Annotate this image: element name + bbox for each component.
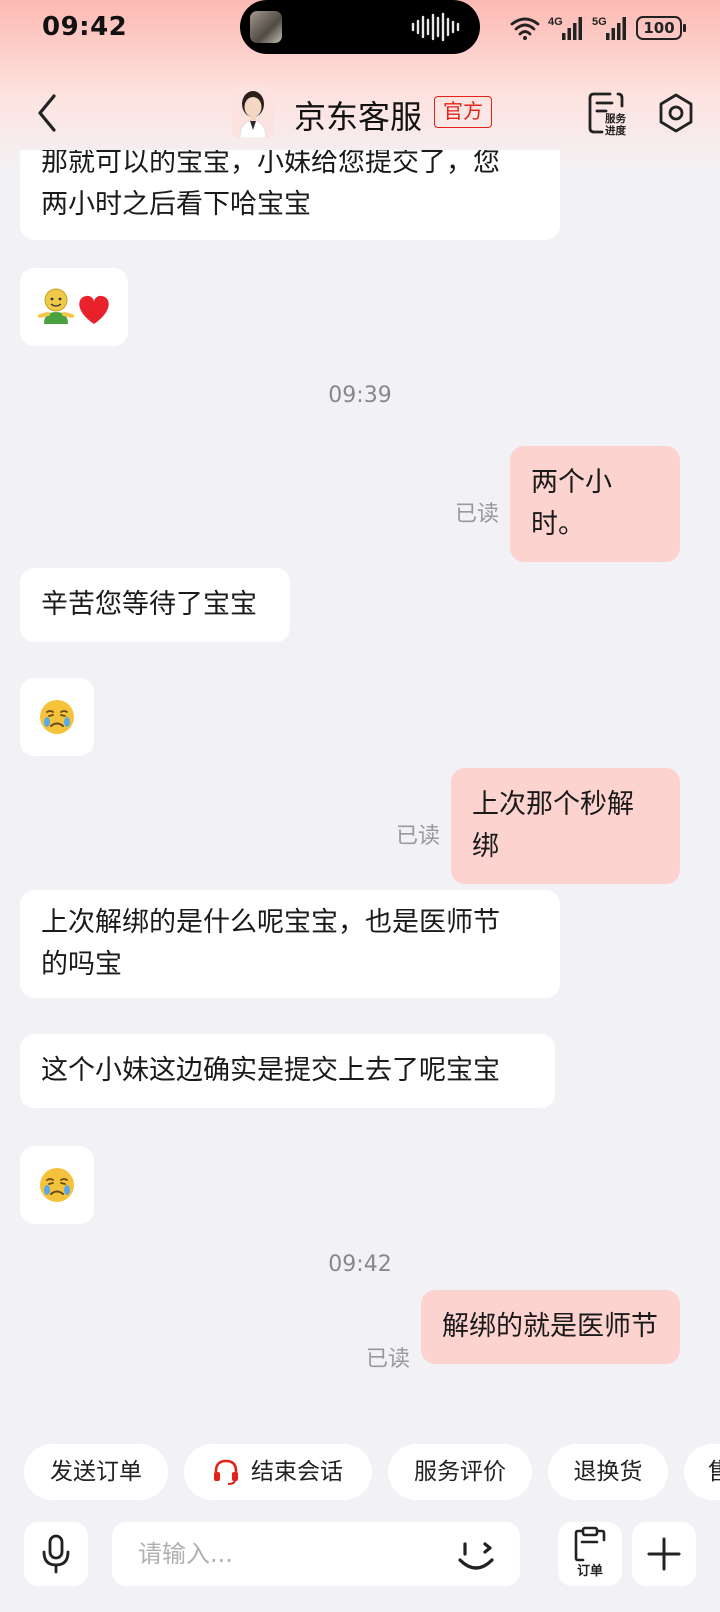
message-list[interactable]: 那就可以的宝宝，小妹给您提交了，您 两小时之后看下哈宝宝 09:39 已读 两个… [0, 150, 720, 1440]
emoji-wink-icon[interactable] [454, 1534, 502, 1576]
chat-title: 京东客服 [294, 98, 423, 136]
message-line: 的吗宝 [41, 949, 122, 980]
timestamp: 09:42 [328, 1252, 392, 1277]
end-session-label: 结束会话 [251, 1459, 343, 1485]
return-exchange-chip[interactable]: 退换货 [548, 1444, 668, 1500]
hug-heart-sticker-icon [38, 288, 109, 324]
read-receipt: 已读 [366, 1347, 411, 1372]
quick-action-bar: 发送订单 结束会话 服务评价 退换货 售 [0, 1444, 720, 1502]
plus-icon [647, 1537, 681, 1571]
voice-input-button[interactable] [24, 1522, 88, 1586]
media-thumbnail [250, 11, 282, 43]
message-incoming[interactable]: 这个小妹这边确实是提交上去了呢宝宝 [20, 1034, 555, 1108]
input-bar: 请输入... 订单 [0, 1522, 720, 1592]
message-outgoing[interactable]: 上次那个秒解绑 [451, 768, 680, 884]
more-options-button[interactable] [632, 1522, 696, 1586]
message-incoming[interactable]: 辛苦您等待了宝宝 [20, 568, 290, 642]
signal-5g-icon: 5G [592, 16, 626, 40]
send-order-chip[interactable]: 发送订单 [24, 1444, 168, 1500]
status-icons: 4G 5G 100 [510, 14, 686, 42]
read-receipt: 已读 [455, 502, 500, 527]
message-line: 上次解绑的是什么呢宝宝，也是医师节 [41, 907, 500, 938]
end-session-chip[interactable]: 结束会话 [184, 1444, 372, 1500]
read-receipt: 已读 [396, 824, 441, 849]
clipboard-icon [574, 1526, 606, 1562]
sticker-message[interactable] [20, 678, 94, 756]
battery-indicator: 100 [636, 16, 686, 40]
order-button[interactable]: 订单 [558, 1522, 622, 1586]
settings-icon[interactable] [656, 90, 696, 136]
after-sales-label: 售 [708, 1459, 720, 1485]
service-progress-icon[interactable]: 服务 进度 [586, 90, 632, 136]
crying-face-icon [40, 1168, 74, 1202]
order-label: 订单 [576, 1564, 603, 1579]
message-line: 两小时之后看下哈宝宝 [41, 189, 311, 220]
agent-avatar[interactable] [232, 86, 274, 138]
wifi-icon [510, 17, 540, 40]
timestamp: 09:39 [328, 383, 392, 408]
sticker-message[interactable] [20, 268, 128, 346]
audio-wave-icon [411, 12, 460, 42]
svg-text:4G: 4G [548, 16, 563, 28]
signal-4g-icon: 4G [548, 16, 582, 40]
service-rating-chip[interactable]: 服务评价 [388, 1444, 532, 1500]
official-badge: 官方 [434, 96, 492, 128]
back-arrow-icon[interactable] [28, 90, 72, 136]
svg-text:进度: 进度 [605, 124, 626, 136]
sticker-message[interactable] [20, 1146, 94, 1224]
dynamic-island[interactable] [240, 0, 480, 54]
message-incoming[interactable]: 那就可以的宝宝，小妹给您提交了，您 两小时之后看下哈宝宝 [20, 150, 560, 240]
crying-face-icon [40, 700, 74, 734]
message-incoming[interactable]: 上次解绑的是什么呢宝宝，也是医师节 的吗宝 [20, 890, 560, 998]
message-outgoing[interactable]: 两个小时。 [510, 446, 680, 562]
status-bar: 09:42 4G 5G 100 [0, 0, 720, 56]
chat-header: 京东客服 官方 服务 进度 [0, 80, 720, 146]
message-line: 那就可以的宝宝，小妹给您提交了，您 [41, 150, 500, 178]
headset-icon [214, 1459, 238, 1485]
after-sales-chip[interactable]: 售 [684, 1444, 720, 1500]
svg-text:5G: 5G [592, 16, 607, 28]
message-outgoing[interactable]: 解绑的就是医师节 [421, 1290, 680, 1364]
svg-text:服务: 服务 [605, 112, 626, 125]
status-time: 09:42 [42, 12, 128, 42]
microphone-icon [42, 1534, 70, 1574]
